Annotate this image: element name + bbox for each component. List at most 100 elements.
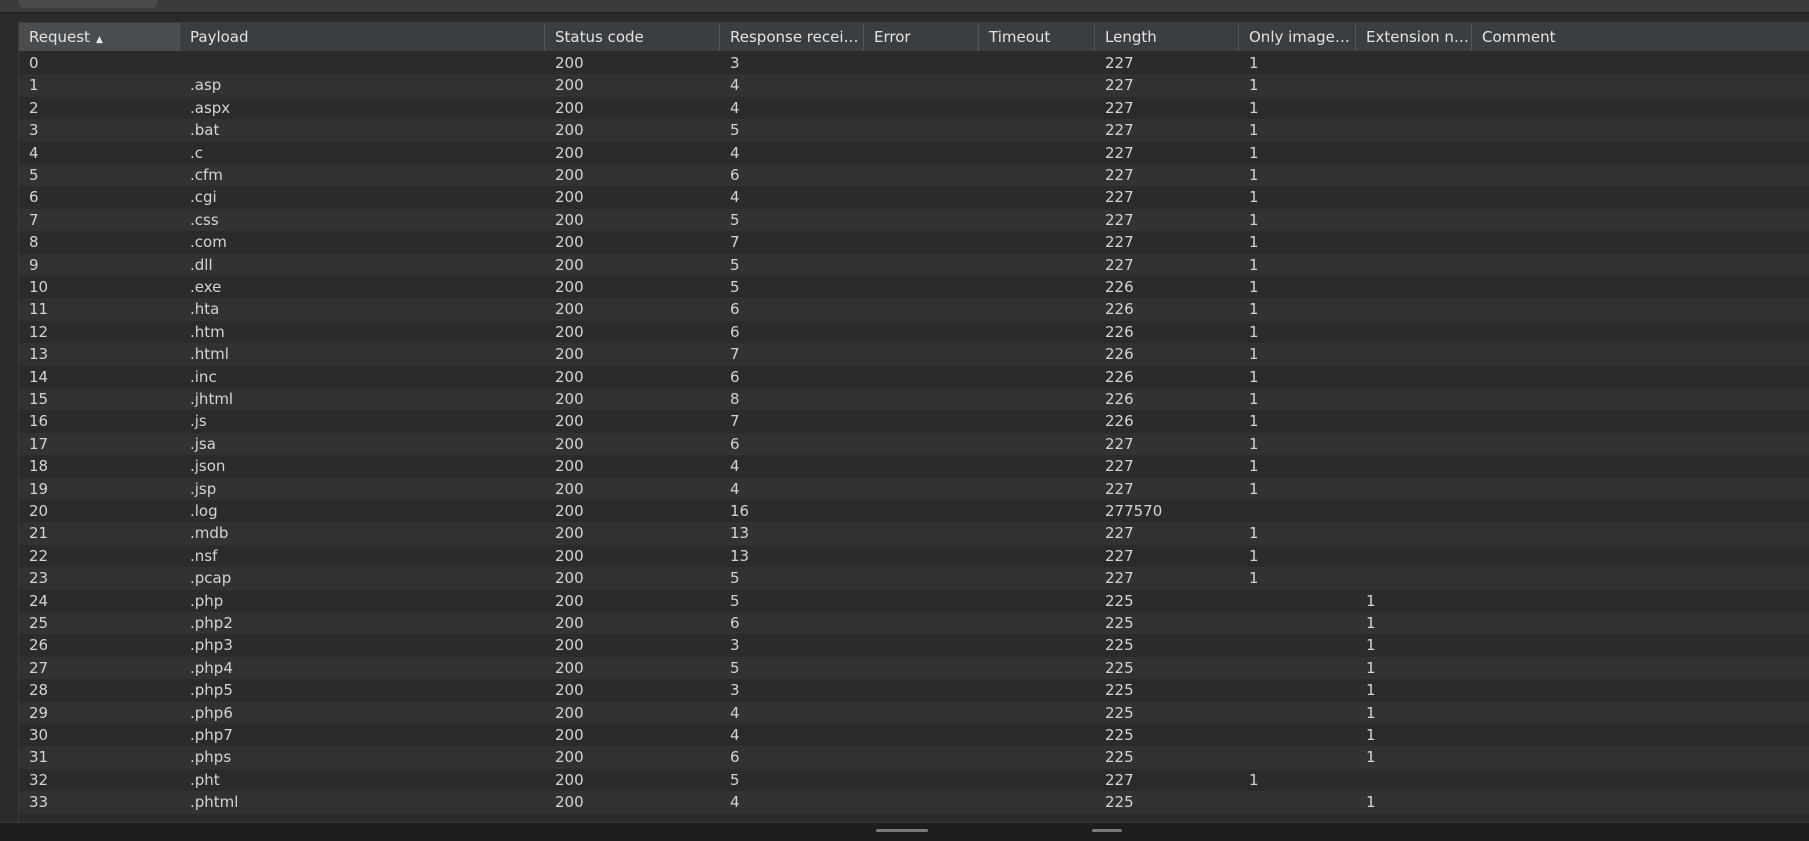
col-timeout-cell — [979, 119, 1095, 141]
col-extension-not-allowed-header[interactable]: Extension not al... — [1356, 23, 1472, 51]
col-payload-cell: .dll — [190, 255, 213, 274]
col-payload-cell: .cgi — [190, 188, 217, 207]
toolbar-tab-stub[interactable] — [18, 0, 158, 8]
table-row[interactable]: 31 .phps 200 6 225 1 — [19, 746, 1809, 769]
table-row[interactable]: 19 .jsp 200 4 227 1 — [19, 477, 1809, 500]
col-only-images-cell: 1 — [1249, 188, 1259, 207]
table-row[interactable]: 33 .phtml 200 4 225 1 — [19, 791, 1809, 814]
col-comment-header[interactable]: Comment — [1472, 23, 1809, 51]
col-request-cell: 33 — [29, 793, 49, 812]
col-comment-cell — [1472, 522, 1809, 544]
col-extension-not-allowed-cell — [1356, 410, 1472, 432]
table-row[interactable]: 24 .php 200 5 225 1 — [19, 589, 1809, 612]
col-only-images-cell: 1 — [1249, 390, 1259, 408]
table-row[interactable]: 12 .htm 200 6 226 1 — [19, 320, 1809, 344]
table-row[interactable]: 10 .exe 200 5 226 1 — [19, 276, 1809, 299]
col-error-cell — [864, 142, 979, 164]
col-only-images-cell: 1 — [1249, 457, 1259, 476]
col-extension-not-allowed-cell: 1 — [1366, 636, 1376, 655]
table-row[interactable]: 25 .php2 200 6 225 1 — [19, 612, 1809, 635]
col-request-cell: 26 — [29, 636, 49, 655]
table-row[interactable]: 23 .pcap 200 5 227 1 — [19, 567, 1809, 590]
table-row[interactable]: 4 .c 200 4 227 1 — [19, 141, 1809, 164]
col-comment-cell — [1472, 74, 1809, 96]
col-response-received-cell: 5 — [730, 591, 740, 610]
col-extension-not-allowed-cell: 1 — [1366, 703, 1376, 722]
table-row[interactable]: 21 .mdb 200 13 227 1 — [19, 522, 1809, 545]
col-payload-cell: .php5 — [190, 681, 233, 700]
col-payload-cell: .jhtml — [190, 390, 234, 408]
col-request-header[interactable]: Request ▲ — [19, 23, 180, 51]
col-status-code-header[interactable]: Status code — [545, 23, 720, 51]
col-response-received-cell: 6 — [730, 166, 740, 184]
col-only-images-header[interactable]: Only images ar... — [1239, 23, 1356, 51]
table-row[interactable]: 9 .dll 200 5 227 1 — [19, 253, 1809, 276]
table-row[interactable]: 6 .cgi 200 4 227 1 — [19, 186, 1809, 209]
col-status-code-cell: 200 — [555, 681, 584, 700]
table-row[interactable]: 3 .bat 200 5 227 1 — [19, 119, 1809, 142]
table-row[interactable]: 15 .jhtml 200 8 226 1 — [19, 388, 1809, 411]
table-row[interactable]: 0 200 3 227 1 — [19, 52, 1809, 75]
table-row[interactable]: 8 .com 200 7 227 1 — [19, 231, 1809, 254]
col-only-images-cell: 1 — [1249, 322, 1259, 341]
col-status-code-cell: 200 — [555, 76, 584, 95]
column-header-label: Status code — [555, 28, 644, 46]
scroll-grip[interactable] — [1092, 829, 1122, 832]
table-row[interactable]: 29 .php6 200 4 225 1 — [19, 701, 1809, 724]
col-only-images-cell — [1239, 612, 1356, 634]
table-row[interactable]: 5 .cfm 200 6 227 1 — [19, 164, 1809, 187]
table-row[interactable]: 7 .css 200 5 227 1 — [19, 208, 1809, 232]
col-response-received-cell: 5 — [730, 121, 740, 140]
col-error-cell — [864, 634, 979, 656]
col-error-header[interactable]: Error — [864, 23, 979, 51]
col-length-cell: 225 — [1105, 591, 1134, 610]
col-extension-not-allowed-cell — [1356, 74, 1472, 96]
table-row[interactable]: 27 .php4 200 5 225 1 — [19, 656, 1809, 680]
table-row[interactable]: 22 .nsf 200 13 227 1 — [19, 544, 1809, 568]
col-only-images-cell: 1 — [1249, 233, 1259, 252]
col-request-cell: 7 — [29, 210, 39, 229]
col-length-header[interactable]: Length — [1095, 23, 1239, 51]
splitter-handle[interactable] — [876, 829, 928, 832]
col-comment-cell — [1472, 164, 1809, 186]
col-timeout-header[interactable]: Timeout — [979, 23, 1095, 51]
col-only-images-cell: 1 — [1249, 54, 1259, 72]
table-row[interactable]: 28 .php5 200 3 225 1 — [19, 679, 1809, 702]
col-comment-cell — [1472, 657, 1809, 679]
col-payload-cell: .php6 — [190, 703, 233, 722]
table-row[interactable]: 1 .asp 200 4 227 1 — [19, 74, 1809, 97]
col-status-code-cell: 200 — [555, 98, 584, 117]
col-only-images-cell: 1 — [1249, 210, 1259, 229]
col-timeout-cell — [979, 254, 1095, 276]
col-only-images-cell: 1 — [1249, 300, 1259, 319]
col-only-images-cell: 1 — [1249, 98, 1259, 117]
table-row[interactable]: 13 .html 200 7 226 1 — [19, 343, 1809, 366]
table-row[interactable]: 14 .inc 200 6 226 1 — [19, 365, 1809, 388]
table-row[interactable]: 26 .php3 200 3 225 1 — [19, 634, 1809, 657]
table-row[interactable]: 17 .jsa 200 6 227 1 — [19, 432, 1809, 456]
col-length-cell: 227 — [1105, 166, 1134, 184]
table-row[interactable]: 2 .aspx 200 4 227 1 — [19, 96, 1809, 120]
col-only-images-cell: 1 — [1249, 434, 1259, 453]
table-row[interactable]: 30 .php7 200 4 225 1 — [19, 724, 1809, 747]
col-payload-cell: .asp — [190, 76, 222, 95]
col-response-received-cell: 8 — [730, 390, 740, 408]
col-payload-cell: .nsf — [190, 546, 218, 565]
col-request-cell: 20 — [29, 502, 49, 520]
table-row[interactable]: 16 .js 200 7 226 1 — [19, 410, 1809, 433]
table-row[interactable]: 11 .hta 200 6 226 1 — [19, 298, 1809, 321]
col-only-images-cell — [1239, 724, 1356, 746]
col-comment-cell — [1472, 433, 1809, 455]
col-length-cell: 227 — [1105, 434, 1134, 453]
col-only-images-cell — [1239, 657, 1356, 679]
col-timeout-cell — [979, 746, 1095, 768]
col-response-received-header[interactable]: Response received — [720, 23, 864, 51]
table-row[interactable]: 18 .json 200 4 227 1 — [19, 455, 1809, 478]
table-row[interactable]: 32 .pht 200 5 227 1 — [19, 768, 1809, 792]
table-row[interactable]: 20 .log 200 16 277570 — [19, 500, 1809, 523]
col-response-received-cell: 4 — [730, 703, 740, 722]
col-status-code-cell: 200 — [555, 614, 584, 632]
col-payload-header[interactable]: Payload — [180, 23, 545, 51]
col-response-received-cell: 4 — [730, 143, 740, 162]
col-only-images-cell — [1239, 634, 1356, 656]
